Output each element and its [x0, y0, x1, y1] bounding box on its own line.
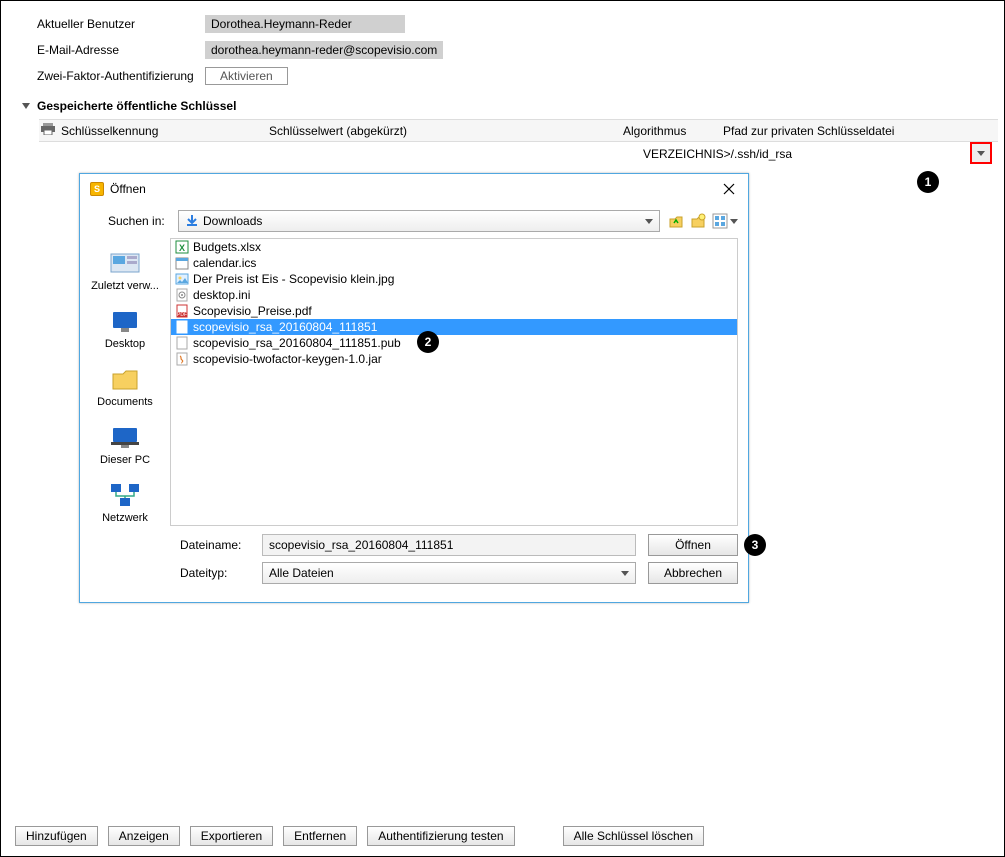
file-item[interactable]: calendar.ics	[171, 255, 737, 271]
file-item[interactable]: scopevisio-twofactor-keygen-1.0.jar	[171, 351, 737, 367]
place-this-pc[interactable]: Dieser PC	[85, 418, 165, 470]
annotation-badge-3: 3	[744, 534, 766, 556]
file-list[interactable]: X Budgets.xlsx calendar.ics Der Preis ist E…	[170, 238, 738, 526]
col-private-path[interactable]: Pfad zur privaten Schlüsseldatei	[723, 124, 963, 138]
svg-text:X: X	[179, 243, 185, 253]
up-folder-icon[interactable]	[668, 213, 684, 229]
file-name: Budgets.xlsx	[193, 240, 261, 254]
remove-button[interactable]: Entfernen	[283, 826, 357, 846]
place-desktop[interactable]: Desktop	[85, 302, 165, 354]
annotation-badge-2: 2	[417, 331, 439, 353]
file-icon	[175, 320, 189, 334]
email-value: dorothea.heymann-reder@scopevisio.com	[205, 41, 443, 59]
file-item[interactable]: X Budgets.xlsx	[171, 239, 737, 255]
row-dropdown-button[interactable]	[970, 142, 992, 164]
file-icon: X	[175, 240, 189, 254]
file-name: desktop.ini	[193, 288, 250, 302]
activate-button[interactable]: Aktivieren	[205, 67, 288, 85]
search-in-value: Downloads	[203, 214, 262, 228]
file-icon	[175, 336, 189, 350]
filetype-label: Dateityp:	[180, 566, 250, 580]
file-icon	[175, 272, 189, 286]
show-button[interactable]: Anzeigen	[108, 826, 180, 846]
chevron-down-icon	[645, 219, 653, 224]
filename-input[interactable]: scopevisio_rsa_20160804_111851	[262, 534, 636, 556]
delete-all-button[interactable]: Alle Schlüssel löschen	[563, 826, 704, 846]
cancel-button[interactable]: Abbrechen	[648, 562, 738, 584]
search-in-select[interactable]: Downloads	[178, 210, 660, 232]
user-value: Dorothea.Heymann-Reder	[205, 15, 405, 33]
annotation-badge-1: 1	[917, 171, 939, 193]
place-documents[interactable]: Documents	[85, 360, 165, 412]
col-key-value[interactable]: Schlüsselwert (abgekürzt)	[269, 124, 623, 138]
user-label: Aktueller Benutzer	[37, 17, 205, 31]
export-button[interactable]: Exportieren	[190, 826, 273, 846]
file-icon	[175, 288, 189, 302]
file-icon	[175, 256, 189, 270]
place-pc-label: Dieser PC	[100, 454, 150, 466]
view-menu-button[interactable]	[712, 213, 738, 229]
footer-toolbar: Hinzufügen Anzeigen Exportieren Entferne…	[15, 826, 990, 846]
download-folder-icon	[185, 214, 199, 228]
row-path: VERZEICHNIS>/.ssh/id_rsa	[643, 147, 998, 161]
chevron-down-icon	[621, 571, 629, 576]
file-item[interactable]: scopevisio_rsa_20160804_111851.pub	[171, 335, 737, 351]
file-icon: PDF	[175, 304, 189, 318]
dialog-title: Öffnen	[110, 182, 720, 196]
table-row[interactable]: VERZEICHNIS>/.ssh/id_rsa	[57, 142, 998, 166]
view-icon	[712, 213, 728, 229]
filetype-select[interactable]: Alle Dateien	[262, 562, 636, 584]
file-name: scopevisio_rsa_20160804_111851	[193, 320, 377, 334]
file-item[interactable]: scopevisio_rsa_20160804_111851	[171, 319, 737, 335]
file-name: Scopevisio_Preise.pdf	[193, 304, 312, 318]
place-network[interactable]: Netzwerk	[85, 476, 165, 528]
filename-label: Dateiname:	[180, 538, 250, 552]
file-name: scopevisio-twofactor-keygen-1.0.jar	[193, 352, 382, 366]
col-algorithm[interactable]: Algorithmus	[623, 124, 723, 138]
close-button[interactable]	[720, 180, 738, 198]
file-name: scopevisio_rsa_20160804_111851.pub	[193, 336, 401, 350]
file-icon	[175, 352, 189, 366]
col-key-id[interactable]: Schlüsselkennung	[57, 124, 269, 138]
places-bar: Zuletzt verw... Desktop Documents Dieser…	[80, 238, 170, 534]
svg-text:PDF: PDF	[177, 312, 187, 318]
file-item[interactable]: PDF Scopevisio_Preise.pdf	[171, 303, 737, 319]
file-name: calendar.ics	[193, 256, 256, 270]
email-label: E-Mail-Adresse	[37, 43, 205, 57]
twofa-label: Zwei-Faktor-Authentifizierung	[37, 69, 205, 83]
open-button[interactable]: Öffnen	[648, 534, 738, 556]
chevron-down-icon	[977, 151, 985, 156]
open-file-dialog: S Öffnen Suchen in: Downloads	[79, 173, 749, 603]
app-logo-icon: S	[90, 182, 104, 196]
file-item[interactable]: Der Preis ist Eis - Scopevisio klein.jpg	[171, 271, 737, 287]
place-recent-label: Zuletzt verw...	[91, 280, 159, 292]
place-recent[interactable]: Zuletzt verw...	[85, 244, 165, 296]
test-auth-button[interactable]: Authentifizierung testen	[367, 826, 514, 846]
new-folder-icon[interactable]	[690, 213, 706, 229]
place-desktop-label: Desktop	[105, 338, 145, 350]
file-item[interactable]: desktop.ini	[171, 287, 737, 303]
chevron-down-icon	[730, 219, 738, 224]
section-title: Gespeicherte öffentliche Schlüssel	[37, 99, 236, 113]
place-network-label: Netzwerk	[102, 512, 148, 524]
expand-icon[interactable]	[22, 103, 30, 109]
grid-header: Schlüsselkennung Schlüsselwert (abgekürz…	[39, 119, 998, 142]
print-icon[interactable]	[39, 123, 57, 138]
file-name: Der Preis ist Eis - Scopevisio klein.jpg	[193, 272, 394, 286]
place-documents-label: Documents	[97, 396, 153, 408]
search-in-label: Suchen in:	[108, 214, 178, 228]
close-icon	[723, 183, 735, 195]
add-button[interactable]: Hinzufügen	[15, 826, 98, 846]
